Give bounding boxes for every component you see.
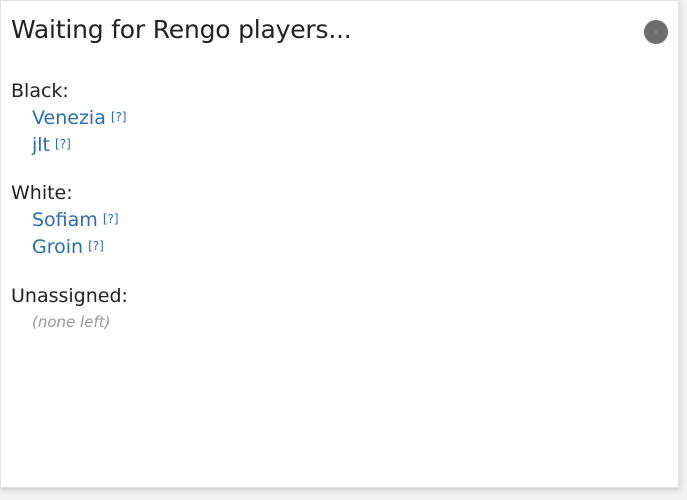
- black-player-jlt: jlt [?]: [32, 134, 71, 156]
- black-team-label: Black:: [11, 80, 69, 102]
- rengo-waiting-dialog: Waiting for Rengo players... Black: Vene…: [0, 0, 679, 488]
- unassigned-empty-text: (none left): [32, 313, 111, 331]
- black-player-venezia: Venezia [?]: [32, 107, 127, 129]
- player-link[interactable]: Sofiam: [32, 209, 98, 231]
- dialog-title: Waiting for Rengo players...: [11, 15, 352, 44]
- white-player-groin: Groin [?]: [32, 236, 104, 258]
- player-help-link[interactable]: [?]: [111, 110, 127, 124]
- player-help-link[interactable]: [?]: [88, 239, 104, 253]
- player-link[interactable]: Groin: [32, 236, 83, 258]
- player-link[interactable]: jlt: [32, 134, 50, 156]
- player-link[interactable]: Venezia: [32, 107, 106, 129]
- player-help-link[interactable]: [?]: [55, 137, 71, 151]
- close-icon-dot: [655, 31, 657, 33]
- white-team-label: White:: [11, 182, 73, 204]
- close-icon[interactable]: [644, 20, 668, 44]
- player-help-link[interactable]: [?]: [103, 212, 119, 226]
- unassigned-label: Unassigned:: [11, 285, 128, 307]
- white-player-sofiam: Sofiam [?]: [32, 209, 119, 231]
